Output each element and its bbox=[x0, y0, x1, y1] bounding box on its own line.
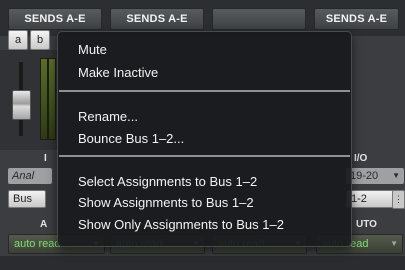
insert-a-button[interactable]: a bbox=[8, 30, 28, 50]
chevron-down-icon: ▼ bbox=[390, 239, 398, 248]
input-selector-right[interactable]: 19-20 ▼ bbox=[346, 168, 404, 184]
chevron-down-icon: ▼ bbox=[392, 171, 400, 180]
automation-header-right: UTO bbox=[356, 219, 377, 230]
menu-item-mute[interactable]: Mute bbox=[78, 42, 107, 58]
output-selector-right[interactable]: 1-2 bbox=[346, 190, 394, 208]
insert-b-button[interactable]: b bbox=[30, 30, 50, 50]
menu-item-show-only-assignments[interactable]: Show Only Assignments to Bus 1–2 bbox=[78, 217, 284, 233]
output-selector-right-label: 1-2 bbox=[351, 193, 367, 205]
io-header-left: I bbox=[44, 153, 47, 164]
bottom-strip bbox=[0, 256, 405, 270]
level-meter-left bbox=[40, 58, 48, 140]
sends-header-2[interactable]: SENDS A-E bbox=[110, 8, 204, 30]
menu-item-bounce-bus[interactable]: Bounce Bus 1–2... bbox=[78, 131, 184, 147]
link-icon[interactable]: ⋮ bbox=[392, 190, 405, 209]
input-selector-right-label: 19-20 bbox=[350, 170, 379, 182]
io-header: I/O bbox=[354, 153, 368, 164]
automation-header-left: A bbox=[40, 219, 48, 230]
menu-item-make-inactive[interactable]: Make Inactive bbox=[78, 65, 158, 81]
menu-separator bbox=[59, 90, 350, 92]
menu-separator bbox=[59, 155, 350, 157]
input-selector[interactable]: Anal bbox=[8, 168, 52, 184]
menu-item-select-assignments[interactable]: Select Assignments to Bus 1–2 bbox=[78, 174, 257, 190]
menu-item-show-assignments[interactable]: Show Assignments to Bus 1–2 bbox=[78, 195, 254, 211]
output-selector[interactable]: Bus bbox=[8, 190, 46, 208]
context-menu: Mute Make Inactive Rename... Bounce Bus … bbox=[57, 31, 352, 247]
automation-mode-label: auto read bbox=[14, 238, 61, 250]
level-meter-right bbox=[48, 58, 56, 140]
menu-item-rename[interactable]: Rename... bbox=[78, 109, 138, 125]
sends-header-1[interactable]: SENDS A-E bbox=[8, 8, 102, 30]
sends-header-4[interactable]: SENDS A-E bbox=[314, 8, 399, 30]
sends-header-3[interactable] bbox=[212, 8, 306, 30]
volume-fader[interactable] bbox=[12, 90, 31, 120]
